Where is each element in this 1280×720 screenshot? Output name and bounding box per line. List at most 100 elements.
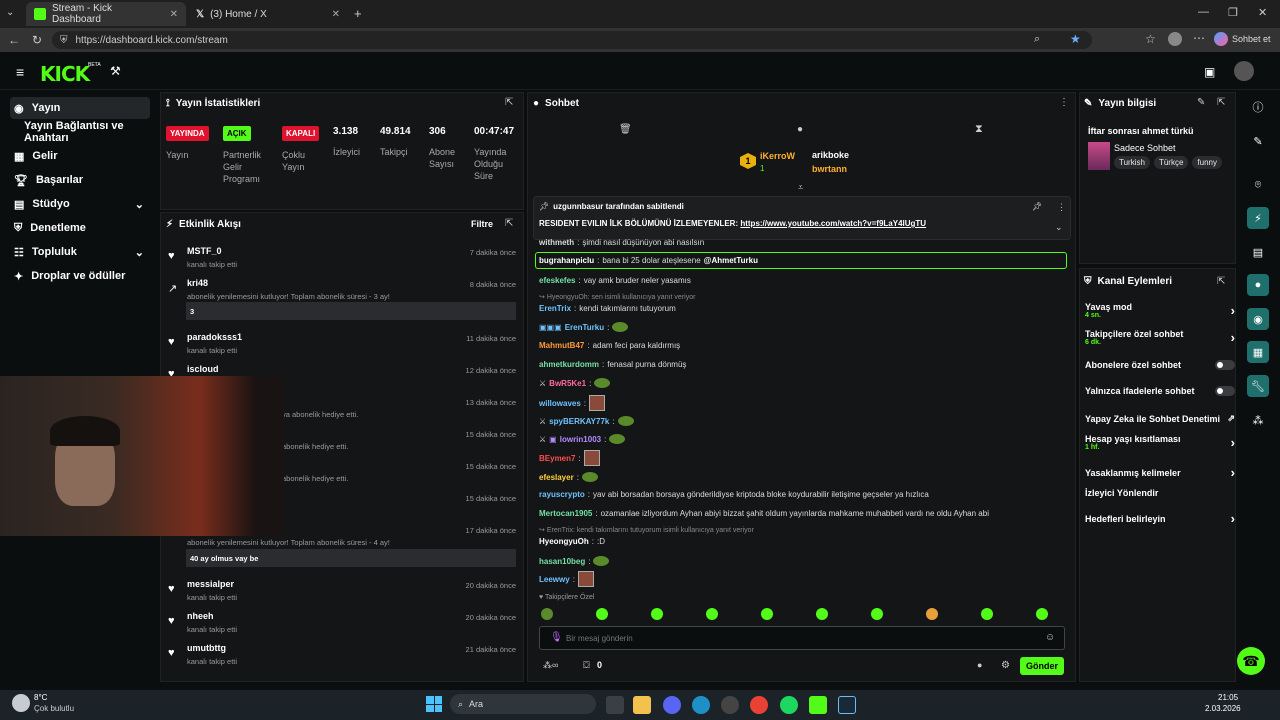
ai-moderation-row[interactable]: Yapay Zeka ile Sohbet Denetimi ⇗ <box>1085 413 1235 424</box>
emote-button[interactable] <box>541 608 553 620</box>
more-icon[interactable]: ⋯ <box>1193 31 1205 45</box>
file-explorer-icon[interactable] <box>633 696 651 714</box>
sidebar-item-stream[interactable]: ◉ Yayın <box>10 97 150 119</box>
kick-app-icon[interactable] <box>809 696 827 714</box>
chrome-icon[interactable] <box>750 696 768 714</box>
profile-avatar[interactable] <box>1168 32 1182 46</box>
community-icon[interactable]: ⁂ <box>1247 409 1269 431</box>
emote-button[interactable] <box>1036 608 1048 620</box>
goals-row[interactable]: Hedefleri belirleyin › <box>1085 511 1235 526</box>
chat-settings-bubble-icon[interactable]: ● <box>977 660 982 670</box>
more-vertical-icon[interactable]: ⋮ <box>1059 97 1069 108</box>
mention[interactable]: @AhmetTurku <box>704 256 758 265</box>
wrench-icon[interactable]: 🔧︎ <box>1247 375 1269 397</box>
steam-icon[interactable] <box>838 696 856 714</box>
search-icon[interactable]: ⌕ <box>1034 33 1040 46</box>
sidebar-item-studio[interactable]: ▤ Stüdyo ⌄ <box>10 193 150 215</box>
maximize-button[interactable]: ❐ <box>1228 6 1238 19</box>
pinned-link[interactable]: https://www.youtube.com/watch?v=f9LaY4lU… <box>740 219 926 228</box>
app-icon[interactable] <box>721 696 739 714</box>
popout-icon[interactable]: ⇱ <box>505 97 513 108</box>
taskbar-search[interactable]: ⌕ Ara <box>450 694 596 714</box>
site-info-icon[interactable]: ⛨ <box>60 35 68 46</box>
sidebar-item-achievements[interactable]: 🏆︎ Başarılar <box>10 169 150 191</box>
sidebar-item-moderation[interactable]: ⛨ Denetleme <box>10 217 150 239</box>
tab-x-home[interactable]: 𝕏 (3) Home / X ✕ <box>188 2 348 26</box>
popout-icon[interactable]: ⇱ <box>505 218 513 229</box>
minimize-button[interactable]: — <box>1198 6 1209 18</box>
chat-user[interactable]: Mertocan1905 <box>539 509 592 518</box>
chat-user[interactable]: BEymen7 <box>539 454 575 463</box>
filter-button[interactable]: Filtre <box>471 219 493 229</box>
chat-user[interactable]: efeskefes <box>539 276 575 285</box>
activity-user[interactable]: MSTF_0 <box>187 246 222 256</box>
expand-icon[interactable]: ⩡ <box>798 182 803 193</box>
edit-icon[interactable]: ✎ <box>1197 97 1205 108</box>
followers-only-row[interactable]: Takipçilere özel sohbet 6 dk. › <box>1085 329 1235 346</box>
tab-actions-icon[interactable]: ⌄ <box>6 7 20 21</box>
activity-user[interactable]: kri48 <box>187 278 208 288</box>
top-user[interactable]: arikboke <box>812 150 849 160</box>
top-user[interactable]: iKerroW <box>760 151 795 161</box>
bolt-icon[interactable]: ⚡︎ <box>1247 207 1269 229</box>
favorites-icon[interactable]: ☆ <box>1145 32 1156 46</box>
kick-logo[interactable]: KICK <box>40 62 90 86</box>
document-icon[interactable]: ▤ <box>1247 241 1269 263</box>
chat-user[interactable]: MahmutB47 <box>539 341 584 350</box>
url-field[interactable]: ⛨ https://dashboard.kick.com/stream <box>52 31 1092 49</box>
category-name[interactable]: Sadece Sohbet <box>1114 143 1176 153</box>
windows-start-icon[interactable] <box>426 696 442 712</box>
tag[interactable]: Turkish <box>1114 156 1150 169</box>
activity-user[interactable]: umutbttg <box>187 643 226 653</box>
more-vertical-icon[interactable]: ⋮ <box>1057 202 1066 213</box>
camera-icon[interactable]: ⌾ <box>1247 174 1269 196</box>
popout-icon[interactable]: ⇱ <box>1217 97 1225 108</box>
raid-row[interactable]: İzleyici Yönlendir <box>1085 488 1235 498</box>
info-icon[interactable]: ⓘ <box>1247 96 1269 118</box>
emote-button[interactable] <box>816 608 828 620</box>
emote-button[interactable] <box>596 608 608 620</box>
close-icon[interactable]: ✕ <box>170 9 178 20</box>
chat-user[interactable]: rayuscrypto <box>539 490 585 499</box>
chat-input[interactable] <box>566 630 1026 646</box>
banned-words-row[interactable]: Yasaklanmış kelimeler › <box>1085 465 1235 480</box>
slow-mode-row[interactable]: Yavaş mod 4 sn. › <box>1085 302 1235 319</box>
emote-button[interactable] <box>871 608 883 620</box>
chat-user[interactable]: Leewwy <box>539 575 570 584</box>
edge-icon[interactable] <box>692 696 710 714</box>
sidebar-item-community[interactable]: ☷ Topluluk ⌄ <box>10 241 150 263</box>
category-thumbnail[interactable] <box>1088 142 1110 170</box>
chat-user[interactable]: lowrin1003 <box>560 435 601 444</box>
stats-icon[interactable]: ▦ <box>1247 341 1269 363</box>
weather-icon[interactable] <box>12 694 30 712</box>
hourglass-icon[interactable]: ⧗ <box>975 123 983 136</box>
mic-icon[interactable]: 🎙︎ <box>550 632 563 643</box>
emote-button[interactable] <box>926 608 938 620</box>
refresh-icon[interactable]: ↻ <box>32 33 42 47</box>
gift-icon[interactable]: ⛋ <box>583 660 590 671</box>
favorite-star-icon[interactable]: ★ <box>1070 32 1081 46</box>
chat-user[interactable]: HyeongyuOh <box>539 537 589 546</box>
emote-button[interactable] <box>706 608 718 620</box>
new-tab-button[interactable]: + <box>354 6 362 21</box>
tag[interactable]: funny <box>1192 156 1222 169</box>
user-avatar[interactable] <box>1234 61 1254 81</box>
sidebar-item-drops[interactable]: ✦ Droplar ve ödüller <box>10 265 150 287</box>
chat-user[interactable]: hasan10beg <box>539 557 585 566</box>
pin-icon[interactable]: 📌︎ <box>1032 202 1042 211</box>
window-close-button[interactable]: ✕ <box>1258 6 1267 19</box>
chat-user[interactable]: spyBERKAY77k <box>549 417 609 426</box>
discord-icon[interactable] <box>663 696 681 714</box>
back-arrow-icon[interactable]: ← <box>8 33 20 47</box>
chat-icon[interactable]: ● <box>797 124 803 135</box>
emoji-icon[interactable]: ☺ <box>1045 632 1055 643</box>
community-icon[interactable]: ⁂∞ <box>543 660 558 671</box>
activity-user[interactable]: paradoksss1 <box>187 332 242 342</box>
copilot-button[interactable]: Sohbet et <box>1214 32 1271 46</box>
popout-icon[interactable]: ⇱ <box>1217 276 1225 287</box>
chat-user[interactable]: efeslayer <box>539 473 574 482</box>
wallet-icon[interactable]: ▣ <box>1204 65 1215 79</box>
top-user[interactable]: bwrtann <box>812 164 847 174</box>
chat-user[interactable]: ErenTrix <box>539 304 571 313</box>
emote-only-toggle[interactable] <box>1215 386 1235 396</box>
